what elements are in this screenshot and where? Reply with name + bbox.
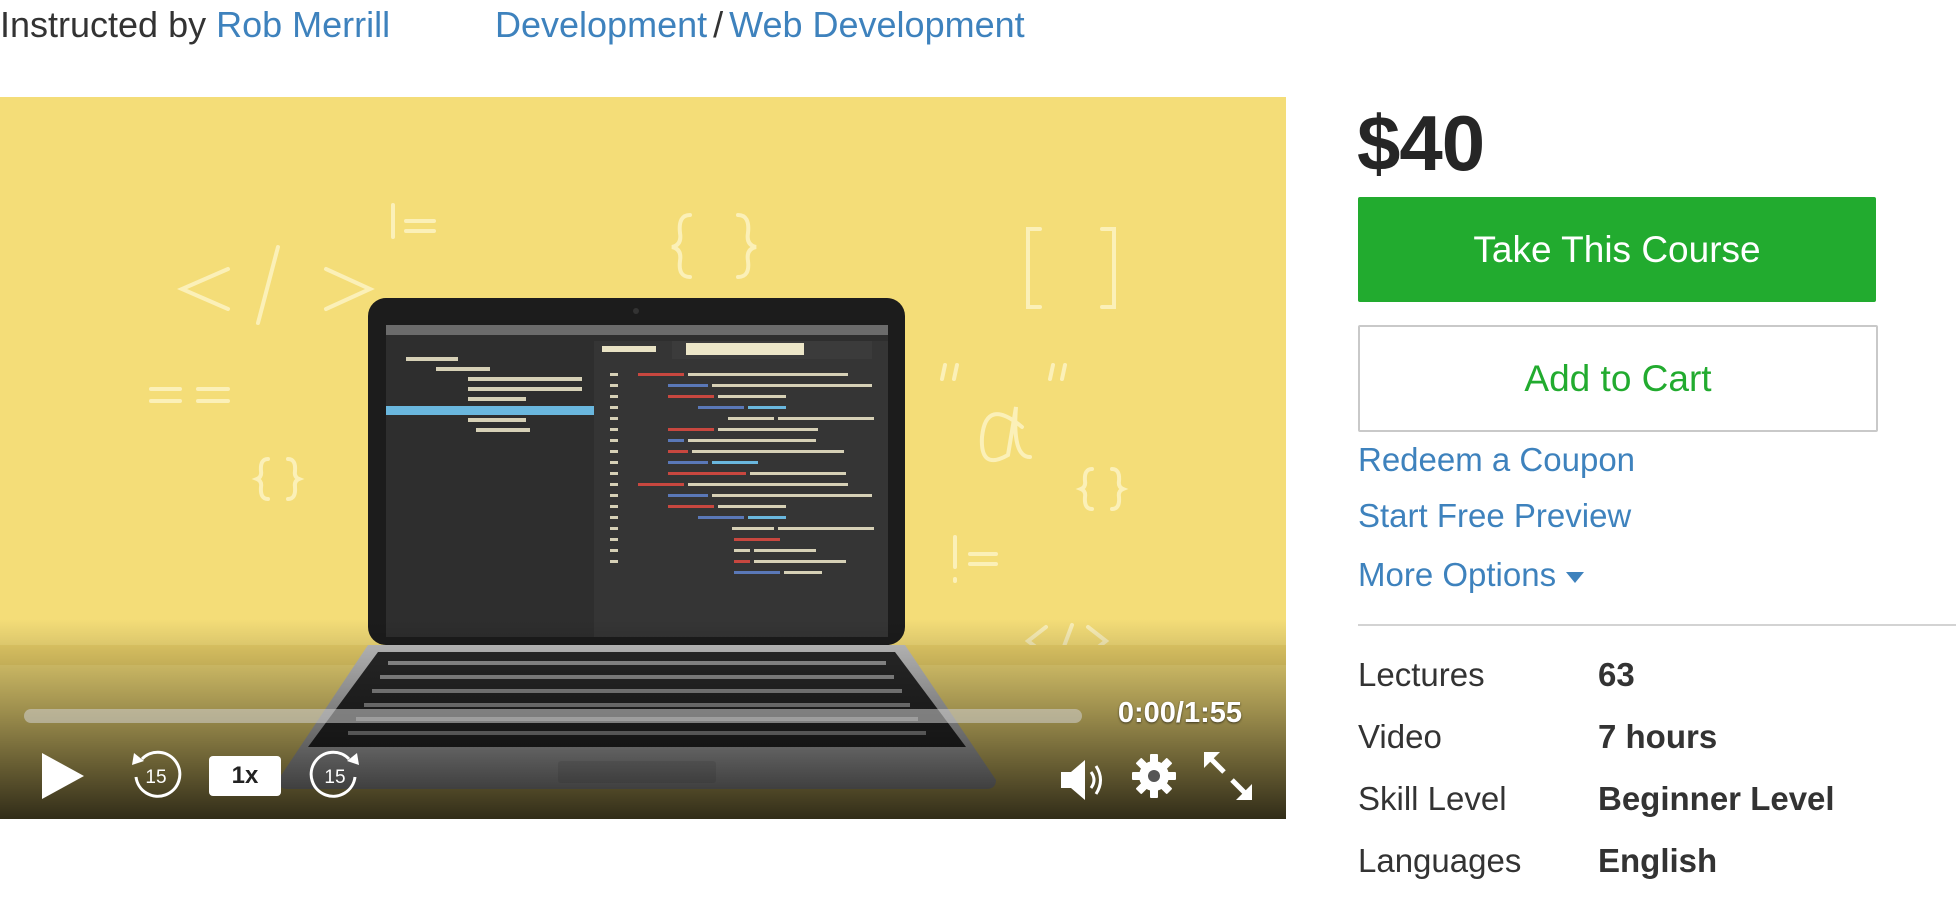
detail-value: English <box>1598 842 1718 879</box>
detail-value: 7 hours <box>1598 718 1718 755</box>
instructor-link[interactable]: Rob Merrill <box>216 4 390 45</box>
play-icon[interactable] <box>38 749 88 803</box>
detail-label: Lectures <box>1358 656 1485 693</box>
forward-15-icon: 15 <box>309 750 359 798</box>
detail-label: Video <box>1358 718 1442 755</box>
rewind-15-button[interactable]: 15 <box>128 747 184 803</box>
playback-speed-button[interactable]: 1x <box>209 756 281 796</box>
course-meta: Instructed by Rob Merrill Development / We… <box>0 0 1025 50</box>
time-display: 0:00/1:55 <box>1117 697 1242 729</box>
rewind-15-icon: 15 <box>132 750 182 798</box>
caret-down-icon <box>1566 571 1585 583</box>
forward-15-button[interactable]: 15 <box>307 747 363 803</box>
settings-gear-icon[interactable] <box>1130 752 1178 800</box>
add-to-cart-button[interactable]: Add to Cart <box>1358 325 1878 432</box>
detail-label: Skill Level <box>1358 780 1507 817</box>
player-controls: 0:00/1:55 15 1x 15 <box>0 619 1286 819</box>
divider <box>1358 624 1956 626</box>
breadcrumb: Development / Web Development <box>495 0 1025 50</box>
redeem-coupon-link[interactable]: Redeem a Coupon <box>1358 440 1635 480</box>
volume-icon[interactable] <box>1057 754 1109 806</box>
forward-seconds: 15 <box>324 767 345 788</box>
instructed-by-label: Instructed by <box>0 4 207 45</box>
detail-value: 63 <box>1598 656 1635 693</box>
breadcrumb-web-development[interactable]: Web Development <box>729 4 1025 45</box>
course-price: $40 <box>1357 99 1485 187</box>
progress-bar[interactable] <box>24 709 1082 723</box>
breadcrumb-development[interactable]: Development <box>495 4 707 45</box>
rewind-seconds: 15 <box>145 767 166 788</box>
more-options-label: More Options <box>1358 556 1557 593</box>
take-this-course-button[interactable]: Take This Course <box>1358 197 1876 302</box>
more-options-link[interactable]: More Options <box>1358 555 1585 595</box>
fullscreen-icon[interactable] <box>1202 750 1254 802</box>
breadcrumb-separator: / <box>713 4 724 45</box>
detail-label: Languages <box>1358 842 1522 879</box>
video-player[interactable]: 0:00/1:55 15 1x 15 <box>0 97 1286 819</box>
detail-value: Beginner Level <box>1598 780 1835 817</box>
start-free-preview-link[interactable]: Start Free Preview <box>1358 496 1631 536</box>
